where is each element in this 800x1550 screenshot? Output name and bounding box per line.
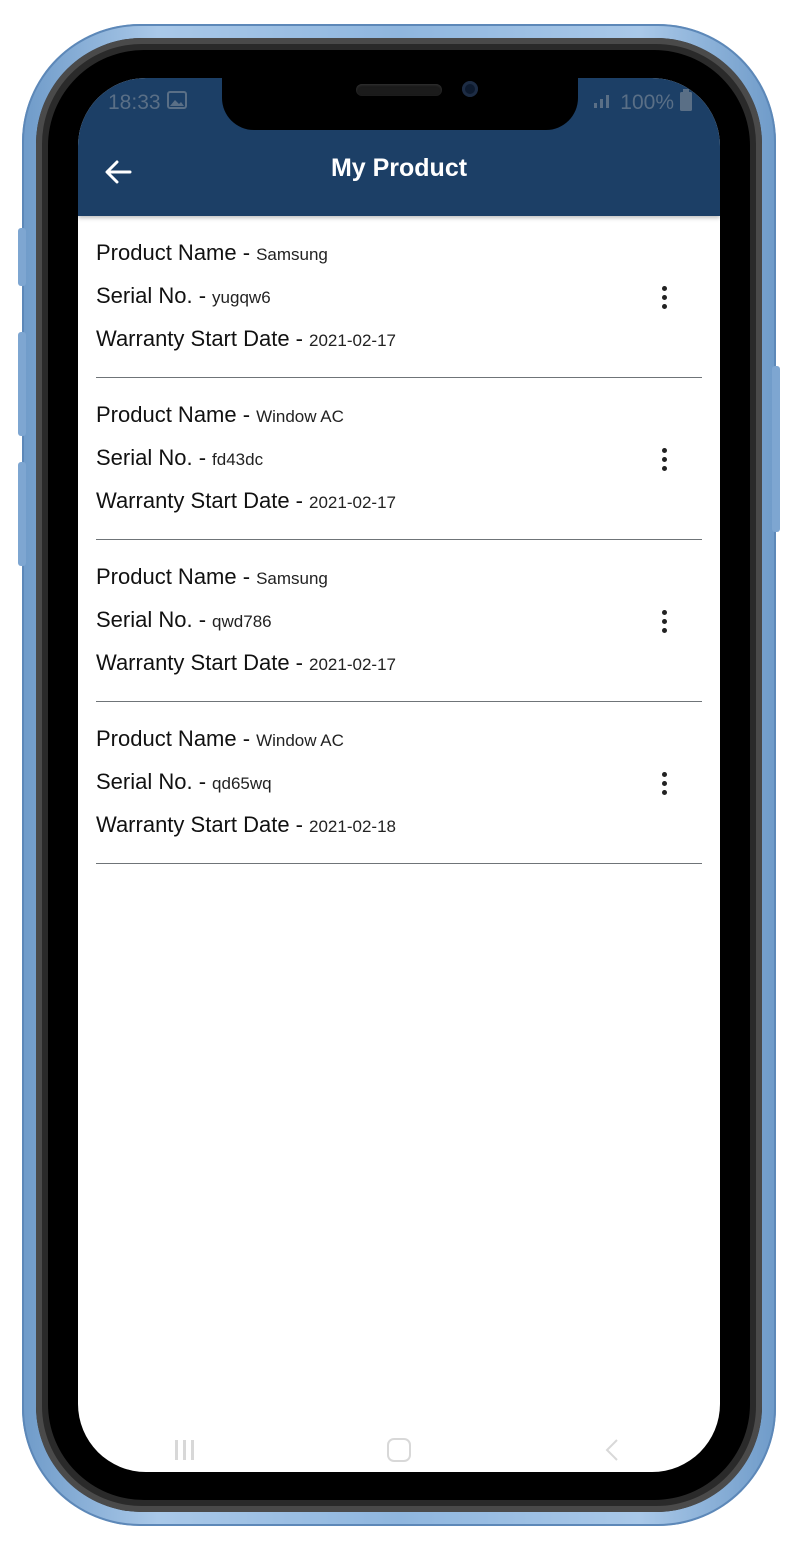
more-vert-icon [661, 456, 667, 462]
serial-no-row: Serial No. - qd65wq [96, 769, 272, 795]
product-name-value: Window AC [256, 731, 344, 750]
serial-no-value: qd65wq [212, 774, 272, 793]
app-screen: 18:33 100% My Product Product Name - Sam… [78, 78, 720, 1472]
warranty-date-row: Warranty Start Date - 2021-02-17 [96, 488, 396, 514]
more-vert-icon [661, 771, 667, 777]
warranty-date-label: Warranty Start Date - [96, 326, 304, 351]
more-vert-icon [661, 780, 667, 786]
warranty-date-label: Warranty Start Date - [96, 650, 304, 675]
serial-no-value: yugqw6 [212, 288, 271, 307]
product-name-label: Product Name - [96, 240, 251, 265]
gallery-icon [166, 91, 187, 115]
warranty-date-row: Warranty Start Date - 2021-02-17 [96, 326, 396, 352]
product-name-label: Product Name - [96, 726, 251, 751]
recents-icon[interactable] [171, 1438, 199, 1462]
more-vert-icon [661, 609, 667, 615]
phone-volume-down-button [18, 462, 26, 566]
serial-no-row: Serial No. - fd43dc [96, 445, 263, 471]
speaker-grille [356, 84, 442, 96]
more-vert-icon [661, 465, 667, 471]
product-item[interactable]: Product Name - Window AC Serial No. - qd65… [96, 702, 702, 864]
more-options-button[interactable] [652, 766, 676, 800]
warranty-date-value: 2021-02-17 [309, 331, 396, 350]
more-vert-icon [661, 447, 667, 453]
product-name-value: Samsung [256, 245, 328, 264]
warranty-date-row: Warranty Start Date - 2021-02-18 [96, 812, 396, 838]
more-vert-icon [661, 789, 667, 795]
status-time: 18:33 [108, 91, 161, 114]
phone-power-button [772, 366, 780, 532]
product-name-row: Product Name - Window AC [96, 402, 344, 428]
warranty-date-label: Warranty Start Date - [96, 812, 304, 837]
status-bar-left: 18:33 [108, 88, 187, 118]
phone-notch [222, 78, 578, 130]
product-name-value: Window AC [256, 407, 344, 426]
serial-no-row: Serial No. - yugqw6 [96, 283, 271, 309]
front-camera [462, 81, 478, 97]
more-vert-icon [661, 627, 667, 633]
system-nav-bar [78, 1428, 720, 1472]
phone-volume-up-button [18, 332, 26, 436]
phone-side-button [18, 228, 26, 286]
product-name-row: Product Name - Window AC [96, 726, 344, 752]
serial-no-row: Serial No. - qwd786 [96, 607, 272, 633]
warranty-date-label: Warranty Start Date - [96, 488, 304, 513]
warranty-date-value: 2021-02-17 [309, 655, 396, 674]
back-nav-icon[interactable] [599, 1438, 627, 1462]
more-vert-icon [661, 618, 667, 624]
more-vert-icon [661, 285, 667, 291]
warranty-date-row: Warranty Start Date - 2021-02-17 [96, 650, 396, 676]
more-options-button[interactable] [652, 604, 676, 638]
more-options-button[interactable] [652, 442, 676, 476]
product-name-label: Product Name - [96, 402, 251, 427]
battery-icon [680, 89, 692, 117]
product-list: Product Name - Samsung Serial No. - yugqw6… [96, 216, 702, 864]
battery-percent: 100% [620, 91, 674, 114]
serial-no-label: Serial No. - [96, 607, 207, 632]
signal-icon [592, 91, 614, 115]
warranty-date-value: 2021-02-18 [309, 817, 396, 836]
status-bar-right: 100% [592, 88, 692, 118]
serial-no-label: Serial No. - [96, 769, 207, 794]
serial-no-label: Serial No. - [96, 445, 207, 470]
product-item[interactable]: Product Name - Samsung Serial No. - qwd786… [96, 540, 702, 702]
more-options-button[interactable] [652, 280, 676, 314]
product-name-label: Product Name - [96, 564, 251, 589]
product-item[interactable]: Product Name - Samsung Serial No. - yugqw6… [96, 216, 702, 378]
more-vert-icon [661, 294, 667, 300]
page-title: My Product [330, 154, 468, 182]
warranty-date-value: 2021-02-17 [309, 493, 396, 512]
product-item[interactable]: Product Name - Window AC Serial No. - fd43… [96, 378, 702, 540]
home-icon[interactable] [385, 1438, 413, 1462]
serial-no-value: qwd786 [212, 612, 272, 631]
serial-no-label: Serial No. - [96, 283, 207, 308]
app-bar: 18:33 100% My Product [78, 78, 720, 216]
product-name-value: Samsung [256, 569, 328, 588]
more-vert-icon [661, 303, 667, 309]
serial-no-value: fd43dc [212, 450, 264, 469]
product-name-row: Product Name - Samsung [96, 240, 328, 266]
product-name-row: Product Name - Samsung [96, 564, 328, 590]
